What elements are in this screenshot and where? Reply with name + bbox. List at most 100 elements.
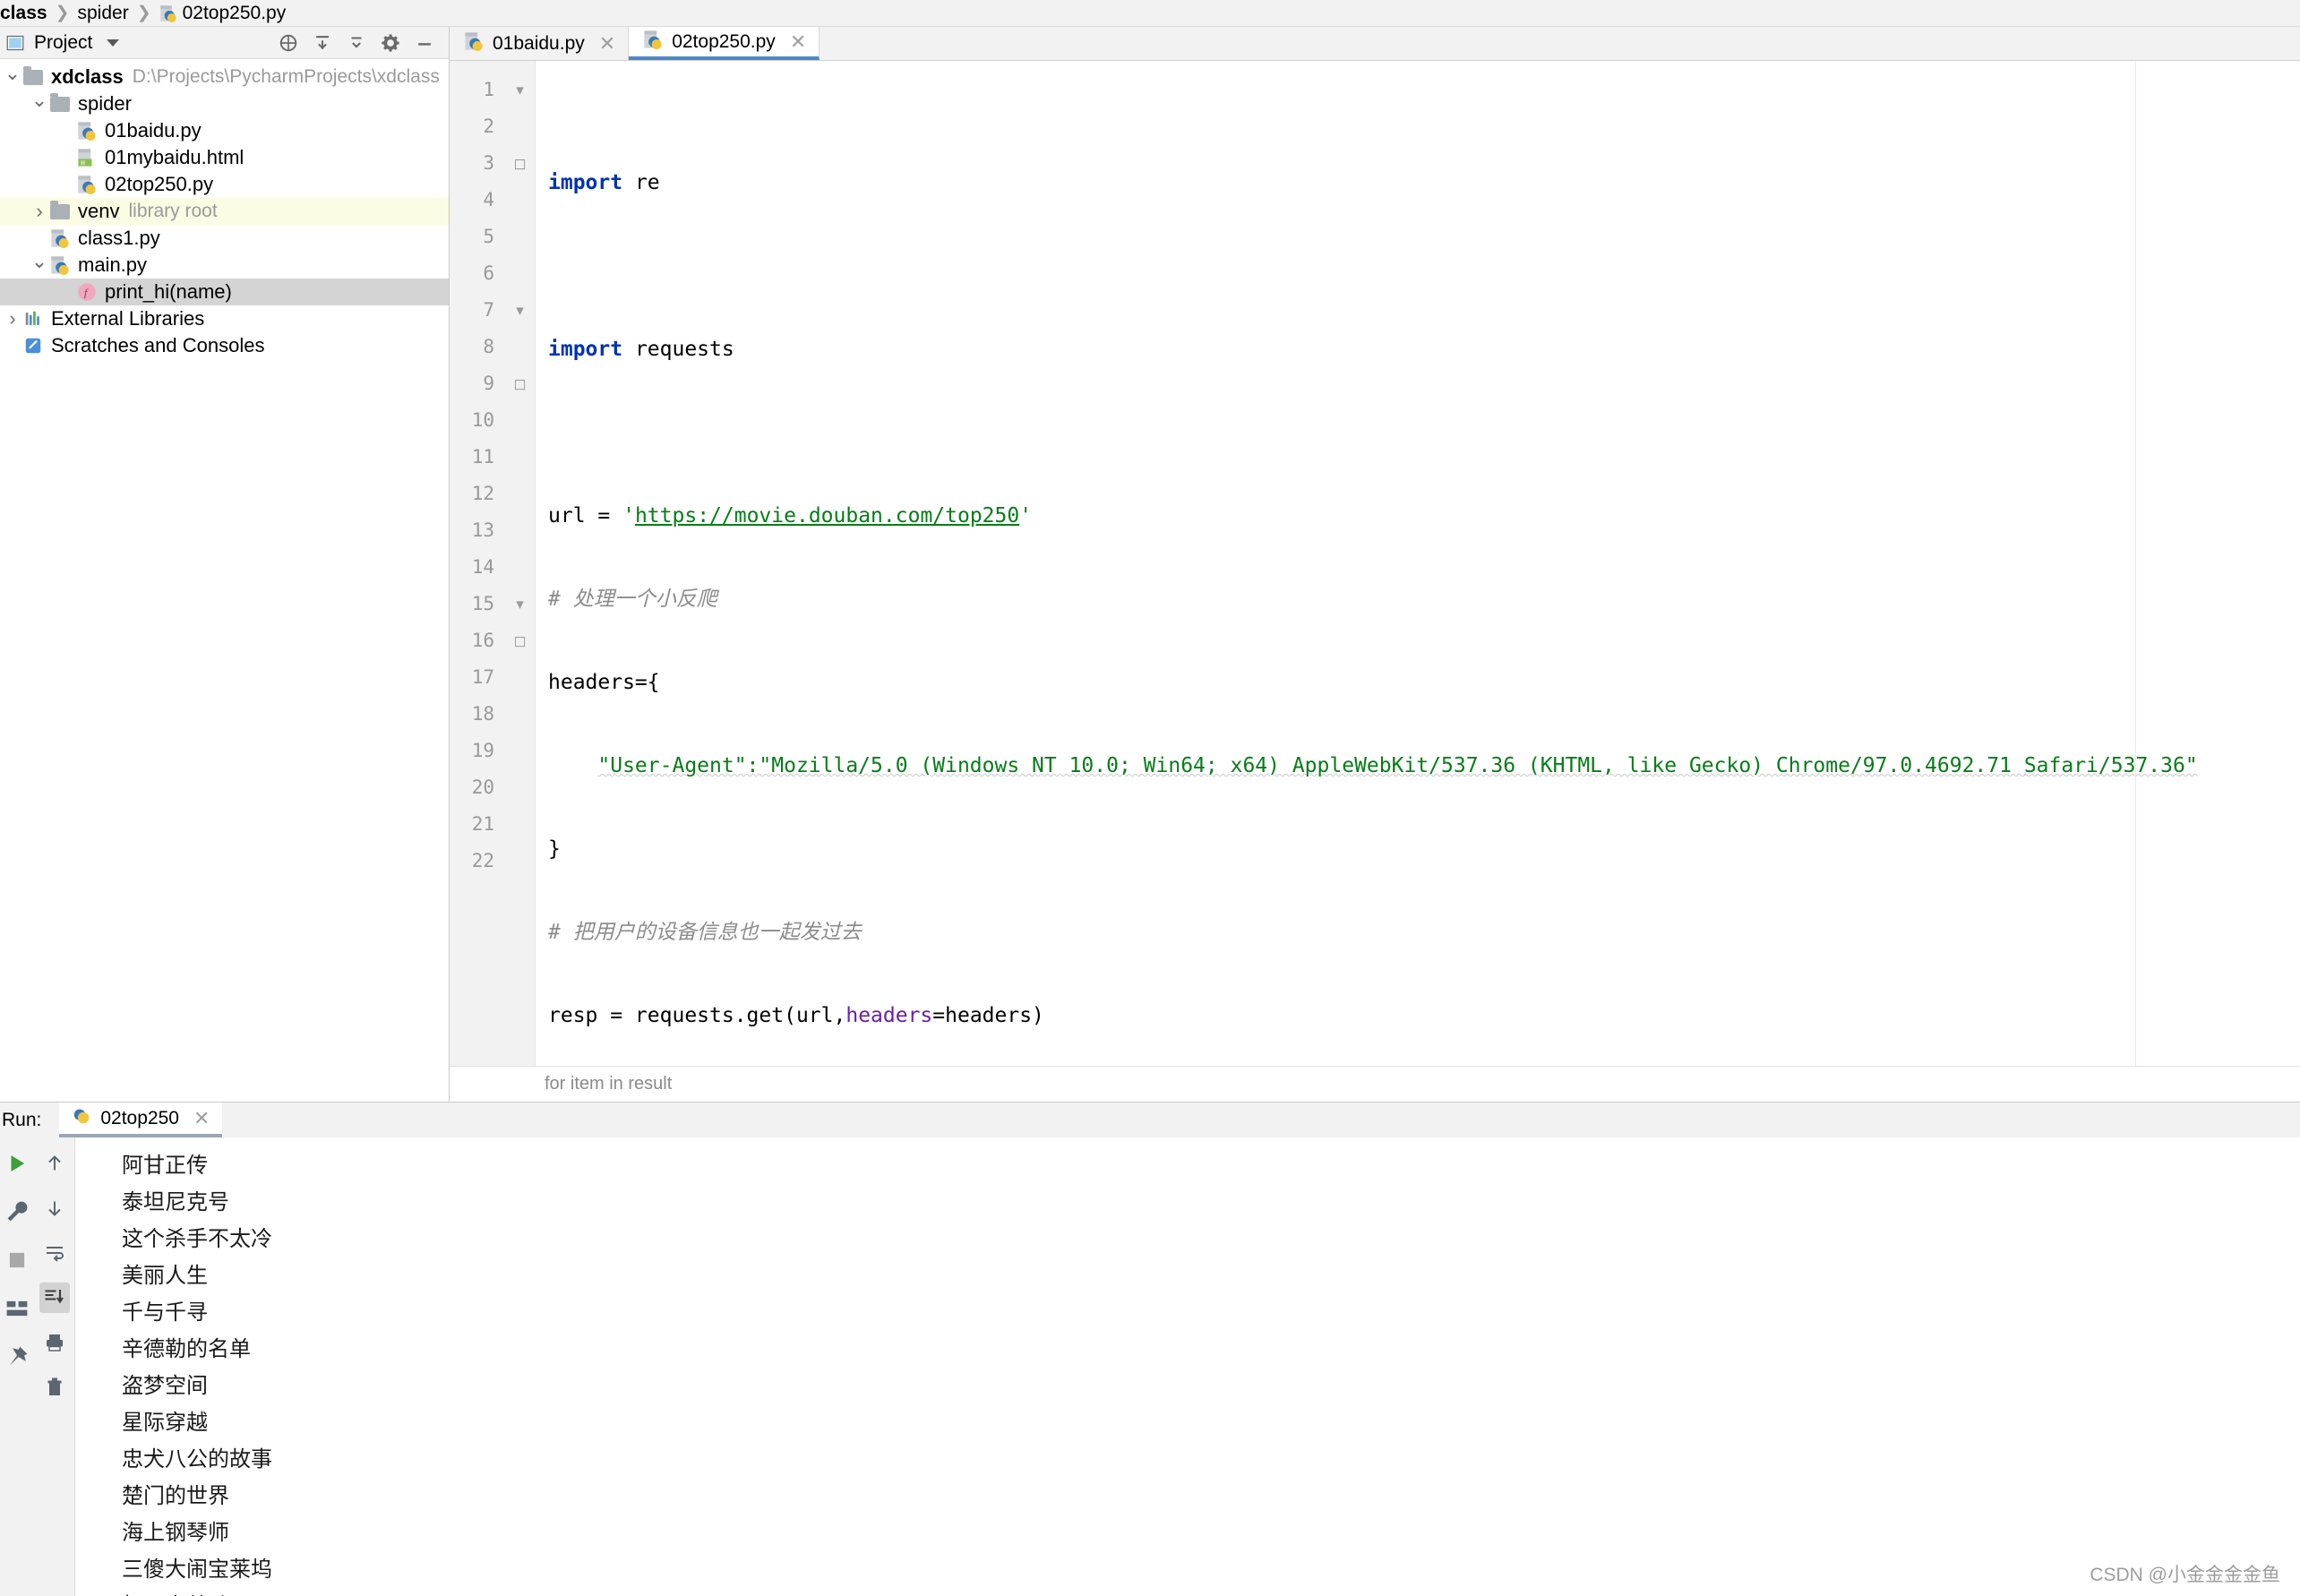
python-file-icon	[48, 255, 72, 275]
fold-marker-end-icon[interactable]: ◻	[505, 622, 535, 659]
fold-marker-end-icon[interactable]: ◻	[505, 365, 535, 402]
code-editor[interactable]: 1 2 3 4 5 6 7 8 9 10 11 12 13 14 15 16 1…	[450, 61, 2300, 1066]
close-icon[interactable]: ✕	[790, 30, 806, 54]
tree-item-label: xdclass	[51, 65, 124, 88]
line-number-gutter: 1 2 3 4 5 6 7 8 9 10 11 12 13 14 15 16 1…	[450, 61, 505, 1066]
breadcrumb-item-class[interactable]: class	[0, 3, 47, 24]
chevron-right-icon[interactable]	[4, 309, 21, 329]
breadcrumb-item-spider[interactable]: spider	[77, 3, 128, 24]
breadcrumb: class ❯ spider ❯ 02top250.py	[0, 0, 2300, 27]
code-folding-gutter[interactable]: ▾ ◻ ▾ ◻ ▾ ◻	[505, 61, 536, 1066]
editor-tabbar: 01baidu.py ✕ 02top250.py ✕	[450, 27, 2300, 61]
tree-item-print-hi[interactable]: f print_hi(name)	[0, 279, 449, 305]
tree-item-xdclass[interactable]: xdclass D:\Projects\PycharmProjects\xdcl…	[0, 64, 449, 90]
tree-item-spider[interactable]: spider	[0, 90, 449, 117]
fold-marker-collapse-icon[interactable]: ▾	[505, 292, 535, 329]
scroll-to-end-icon[interactable]	[39, 1283, 70, 1313]
breadcrumb-item-file[interactable]: 02top250.py	[159, 3, 286, 24]
tree-item-external-libraries[interactable]: External Libraries	[0, 305, 449, 332]
line-number: 14	[471, 556, 494, 578]
code-line-9: }	[548, 837, 561, 861]
tab-label: 01baidu.py	[493, 32, 585, 54]
chevron-right-icon[interactable]	[30, 202, 48, 221]
project-panel-title: Project	[34, 31, 93, 53]
target-icon[interactable]	[279, 33, 298, 53]
editor-status-bar: for item in result	[450, 1066, 2300, 1102]
tree-item-label: 02top250.py	[105, 173, 214, 195]
code-line-5: url = 'https://movie.douban.com/top250'	[548, 504, 1033, 528]
fold-marker-collapse-icon[interactable]: ▾	[505, 72, 535, 108]
tree-item-02top250-py[interactable]: 02top250.py	[0, 171, 449, 198]
soft-wrap-icon[interactable]	[39, 1238, 70, 1268]
chevron-down-icon[interactable]	[30, 94, 48, 114]
python-file-icon	[75, 175, 99, 194]
wrench-icon[interactable]	[2, 1197, 32, 1227]
tree-item-label: External Libraries	[51, 307, 205, 330]
line-number: 5	[483, 226, 494, 247]
breadcrumb-separator-icon: ❯	[55, 4, 70, 22]
run-panel: Run: 02top250 ✕ 阿甘正传 泰坦尼克号 这个杀手不太冷 美丽人生 …	[0, 1102, 2300, 1596]
tree-item-class1-py[interactable]: class1.py	[0, 225, 449, 252]
layout-icon[interactable]	[2, 1293, 32, 1324]
stop-icon[interactable]	[2, 1245, 32, 1275]
code-line-3: import requests	[548, 338, 734, 361]
tree-item-label: print_hi(name)	[105, 280, 232, 303]
fold-marker-collapse-icon[interactable]: ▾	[505, 586, 535, 622]
pin-icon[interactable]	[2, 1342, 32, 1372]
line-number: 22	[471, 850, 494, 871]
chevron-down-icon[interactable]	[107, 39, 120, 47]
collapse-all-icon[interactable]	[313, 33, 332, 53]
tree-item-scratches-and-consoles[interactable]: Scratches and Consoles	[0, 332, 449, 359]
line-number: 18	[471, 703, 494, 725]
tree-item-path: D:\Projects\PycharmProjects\xdclass	[132, 66, 440, 87]
minimize-icon[interactable]	[415, 33, 434, 53]
console-line: 机器人总动员	[122, 1589, 2300, 1596]
line-number: 9	[483, 373, 494, 394]
tree-item-venv[interactable]: venv library root	[0, 198, 449, 225]
folder-icon	[48, 92, 72, 114]
close-icon[interactable]: ✕	[599, 32, 615, 56]
console-line: 这个杀手不太冷	[122, 1228, 272, 1251]
close-icon[interactable]: ✕	[193, 1107, 210, 1130]
console-line: 辛德勒的名单	[122, 1338, 251, 1361]
chevron-down-icon[interactable]	[4, 67, 21, 87]
expand-icon[interactable]	[347, 33, 366, 53]
console-line: 楚门的世界	[122, 1485, 229, 1508]
code-line-1: import re	[548, 171, 660, 194]
line-number: 1	[483, 79, 494, 100]
fold-marker-collapse-icon[interactable]: ◻	[505, 145, 535, 182]
project-sidebar-header: Project	[0, 27, 449, 59]
line-number: 6	[483, 262, 494, 284]
watermark: CSDN @小金金金金鱼	[2090, 1565, 2280, 1585]
function-icon: f	[75, 282, 99, 302]
run-tab-label: 02top250	[100, 1107, 179, 1128]
tree-item-main-py[interactable]: main.py	[0, 252, 449, 279]
tree-item-label: 01mybaidu.html	[105, 146, 245, 168]
breadcrumb-label: class	[0, 2, 47, 23]
run-navigation-toolbar	[34, 1137, 75, 1596]
trash-icon[interactable]	[39, 1372, 70, 1403]
console-line: 阿甘正传	[122, 1154, 208, 1178]
chevron-down-icon[interactable]	[30, 255, 48, 275]
arrow-up-icon[interactable]	[39, 1148, 70, 1179]
tab-01baidu-py[interactable]: 01baidu.py ✕	[450, 27, 630, 60]
console-line: 泰坦尼克号	[122, 1191, 229, 1214]
tree-item-label: venv	[78, 200, 120, 222]
print-icon[interactable]	[39, 1327, 70, 1358]
tree-item-01baidu-py[interactable]: 01baidu.py	[0, 117, 449, 144]
tree-item-01mybaidu-html[interactable]: H 01mybaidu.html	[0, 144, 449, 171]
line-number: 11	[471, 446, 494, 468]
run-tab-02top250[interactable]: 02top250 ✕	[59, 1103, 223, 1137]
tab-label: 02top250.py	[672, 30, 776, 52]
console-output[interactable]: 阿甘正传 泰坦尼克号 这个杀手不太冷 美丽人生 千与千寻 辛德勒的名单 盗梦空间…	[75, 1137, 2300, 1596]
python-file-icon	[72, 1106, 91, 1131]
tab-02top250-py[interactable]: 02top250.py ✕	[629, 27, 820, 60]
code-content[interactable]: import re import requests url = 'https:/…	[536, 61, 2300, 1066]
run-icon[interactable]	[2, 1148, 32, 1179]
settings-gear-icon[interactable]	[381, 33, 400, 53]
code-line-8: "User-Agent":"Mozilla/5.0 (Windows NT 10…	[597, 754, 2198, 777]
python-file-icon	[643, 30, 663, 55]
arrow-down-icon[interactable]	[39, 1193, 70, 1223]
